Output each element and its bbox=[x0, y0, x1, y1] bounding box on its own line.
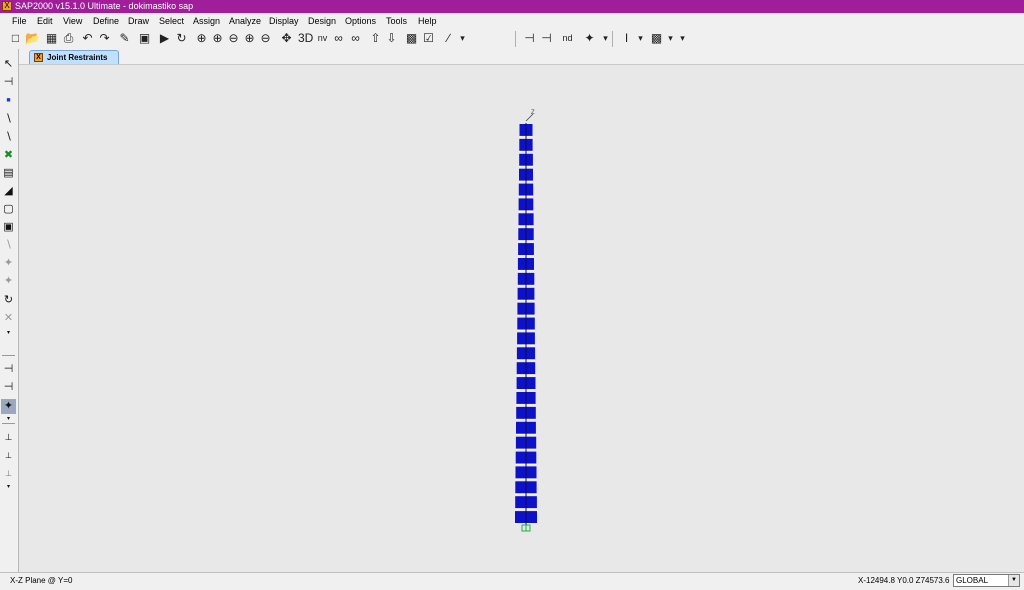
tab-label: Joint Restraints bbox=[47, 53, 108, 62]
draw-rect-area-icon[interactable]: ▢ bbox=[1, 202, 16, 217]
restraint-icon[interactable]: ⊣ bbox=[522, 31, 537, 46]
previous-select-icon[interactable]: ⊥ bbox=[1, 448, 16, 463]
move-down-icon[interactable]: ⇩ bbox=[384, 31, 399, 46]
menu-bar: File Edit View Define Draw Select Assign… bbox=[0, 13, 1024, 29]
menu-tools[interactable]: Tools bbox=[386, 15, 407, 27]
toolbar-separator bbox=[515, 31, 516, 47]
snap-icon[interactable]: ∕ bbox=[441, 31, 456, 46]
perspective-icon[interactable]: ∞ bbox=[331, 31, 346, 46]
tab-strip: X Joint Restraints bbox=[19, 49, 1024, 64]
section-dropdown-icon[interactable]: ▾ bbox=[633, 31, 648, 46]
snap-dropdown-icon[interactable]: ▾ bbox=[1, 412, 16, 427]
status-bar: X-Z Plane @ Y=0 X-12494.8 Y0.0 Z74573.6 … bbox=[0, 572, 1024, 590]
snap-dropdown-icon[interactable]: ▾ bbox=[455, 31, 470, 46]
3d-view-icon[interactable]: 3D bbox=[298, 31, 313, 46]
menu-view[interactable]: View bbox=[63, 15, 82, 27]
model-view[interactable]: Z bbox=[19, 65, 1024, 573]
axis-arrow bbox=[525, 113, 534, 122]
pan-icon[interactable]: ✥ bbox=[279, 31, 294, 46]
draw-frame-icon[interactable]: ∖ bbox=[1, 112, 16, 127]
title-bar: X SAP2000 v15.1.0 Ultimate - dokimastiko… bbox=[0, 0, 1024, 13]
section-i-icon[interactable]: I bbox=[619, 31, 634, 46]
lock-icon[interactable]: ▣ bbox=[137, 31, 152, 46]
draw-braces-icon[interactable]: ✖ bbox=[1, 148, 16, 163]
draw-tendon-icon[interactable]: ↻ bbox=[1, 293, 16, 308]
print-icon[interactable]: ⎙ bbox=[61, 31, 76, 46]
coord-system-value: GLOBAL bbox=[956, 576, 989, 585]
save-icon[interactable]: ▦ bbox=[44, 31, 59, 46]
menu-define[interactable]: Define bbox=[93, 15, 119, 27]
app-icon: X bbox=[2, 1, 12, 11]
quick-draw-solid-icon[interactable]: ✦ bbox=[1, 274, 16, 289]
menu-display[interactable]: Display bbox=[269, 15, 299, 27]
new-model-icon[interactable]: □ bbox=[8, 31, 23, 46]
draw-solid-icon[interactable]: ✦ bbox=[1, 256, 16, 271]
select-all-icon[interactable]: ⊥ bbox=[1, 430, 16, 445]
menu-edit[interactable]: Edit bbox=[37, 15, 53, 27]
pointer-icon[interactable]: ↖ bbox=[1, 57, 16, 72]
reshape-icon[interactable]: ⊣ bbox=[1, 75, 16, 90]
snap-points-icon[interactable]: ⊣ bbox=[1, 362, 16, 377]
select-dropdown-icon[interactable]: ▾ bbox=[1, 480, 16, 495]
menu-draw[interactable]: Draw bbox=[128, 15, 149, 27]
draw-secondary-beams-icon[interactable]: ▤ bbox=[1, 166, 16, 181]
xy-view-icon[interactable]: ▩ bbox=[404, 31, 419, 46]
draw-joint-icon[interactable]: ■ bbox=[1, 93, 16, 108]
toolbar-overflow-icon[interactable]: ▾ bbox=[675, 31, 690, 46]
open-icon[interactable]: 📂 bbox=[25, 31, 40, 46]
toolbar-separator bbox=[2, 423, 15, 424]
run-analysis-icon[interactable]: ▶ bbox=[157, 31, 172, 46]
nd-label[interactable]: nd bbox=[560, 31, 575, 46]
menu-assign[interactable]: Assign bbox=[193, 15, 220, 27]
snap-ends-icon[interactable]: ⊣ bbox=[1, 380, 16, 395]
replicate-icon[interactable]: ✦ bbox=[582, 31, 597, 46]
chevron-down-icon[interactable]: ▼ bbox=[1008, 575, 1019, 586]
main-toolbar: □ 📂 ▦ ⎙ ↶ ↷ ✎ ▣ ▶ ↻ ⊕ ⊕ ⊖ ⊕ ⊖ ✥ 3D nv ∞ … bbox=[0, 29, 1024, 50]
zoom-window-icon[interactable]: ⊕ bbox=[194, 31, 209, 46]
draw-cable-icon[interactable]: ✕ bbox=[1, 311, 16, 326]
menu-options[interactable]: Options bbox=[345, 15, 376, 27]
menu-design[interactable]: Design bbox=[308, 15, 336, 27]
zoom-in-icon[interactable]: ⊕ bbox=[210, 31, 225, 46]
model-canvas[interactable]: Z bbox=[19, 64, 1024, 573]
clear-selection-icon[interactable]: ⊥ bbox=[1, 466, 16, 481]
replicate-dropdown-icon[interactable]: ▾ bbox=[598, 31, 613, 46]
toolbar-separator bbox=[2, 355, 15, 356]
draw-poly-area-icon[interactable]: ◢ bbox=[1, 184, 16, 199]
tab-joint-restraints[interactable]: X Joint Restraints bbox=[29, 50, 119, 64]
window-title: SAP2000 v15.1.0 Ultimate - dokimastiko s… bbox=[15, 1, 194, 11]
left-toolbar: ↖ ⊣ ■ ∖ ∖ ✖ ▤ ◢ ▢ ▣ ∖ ✦ ✦ ↻ ✕ ▾ ⊣ ⊣ ✦ ▾ … bbox=[0, 49, 19, 572]
sap-x-icon: X bbox=[34, 53, 43, 62]
perspective-toggle-icon[interactable]: ∞ bbox=[348, 31, 363, 46]
set-display-icon[interactable]: ▩ bbox=[649, 31, 664, 46]
draw-more-dropdown-icon[interactable]: ▾ bbox=[1, 326, 16, 341]
move-up-icon[interactable]: ⇧ bbox=[368, 31, 383, 46]
quick-draw-frame-icon[interactable]: ∖ bbox=[1, 130, 16, 145]
redo-icon[interactable]: ↷ bbox=[97, 31, 112, 46]
zoom-out-icon[interactable]: ⊖ bbox=[226, 31, 241, 46]
coord-system-select[interactable]: GLOBAL ▼ bbox=[953, 574, 1020, 587]
menu-select[interactable]: Select bbox=[159, 15, 184, 27]
quick-draw-area-icon[interactable]: ▣ bbox=[1, 220, 16, 235]
zoom-restore-icon[interactable]: ⊕ bbox=[242, 31, 257, 46]
display-options-icon[interactable]: ☑ bbox=[421, 31, 436, 46]
nv-label[interactable]: nv bbox=[315, 31, 330, 46]
cursor-coordinates: X-12494.8 Y0.0 Z74573.6 bbox=[858, 576, 950, 585]
toolbar-separator bbox=[612, 31, 613, 47]
draw-link-icon[interactable]: ∖ bbox=[1, 238, 16, 253]
menu-analyze[interactable]: Analyze bbox=[229, 15, 261, 27]
menu-file[interactable]: File bbox=[12, 15, 27, 27]
rubber-band-zoom-icon[interactable]: ↻ bbox=[174, 31, 189, 46]
plane-status: X-Z Plane @ Y=0 bbox=[10, 576, 73, 585]
frame-release-icon[interactable]: ⊣ bbox=[539, 31, 554, 46]
menu-help[interactable]: Help bbox=[418, 15, 437, 27]
undo-icon[interactable]: ↶ bbox=[80, 31, 95, 46]
zoom-previous-icon[interactable]: ⊖ bbox=[258, 31, 273, 46]
pencil-icon[interactable]: ✎ bbox=[117, 31, 132, 46]
